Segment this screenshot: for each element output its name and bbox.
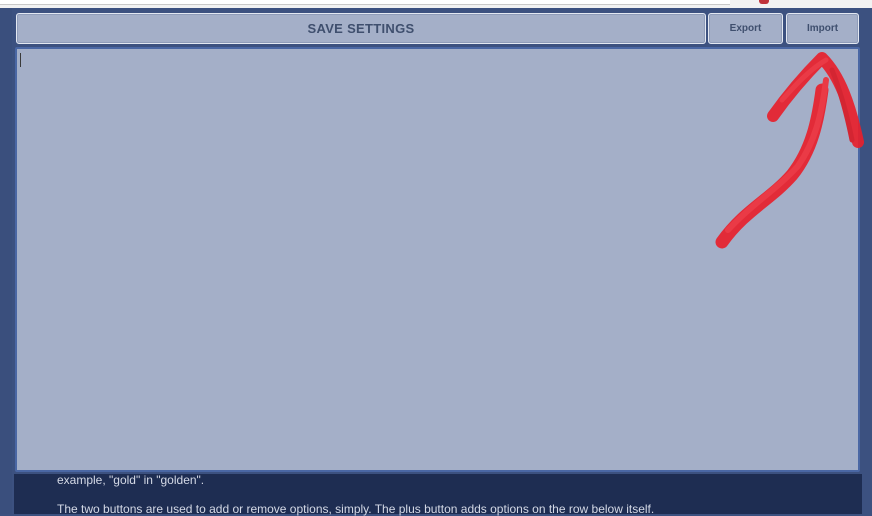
help-text-line-1: example, "gold" in "golden". [57,473,205,487]
page-left-edge [0,8,12,514]
export-button[interactable]: Export [708,13,783,44]
text-caret [20,53,21,67]
browser-extension-icon[interactable] [759,0,769,4]
save-settings-button[interactable]: SAVE SETTINGS [16,13,706,44]
browser-top-strip [0,0,872,8]
settings-textarea[interactable] [15,47,860,472]
import-button[interactable]: Import [786,13,859,44]
help-panel: example, "gold" in "golden". The two but… [14,473,862,516]
browser-address-field[interactable] [0,0,730,5]
